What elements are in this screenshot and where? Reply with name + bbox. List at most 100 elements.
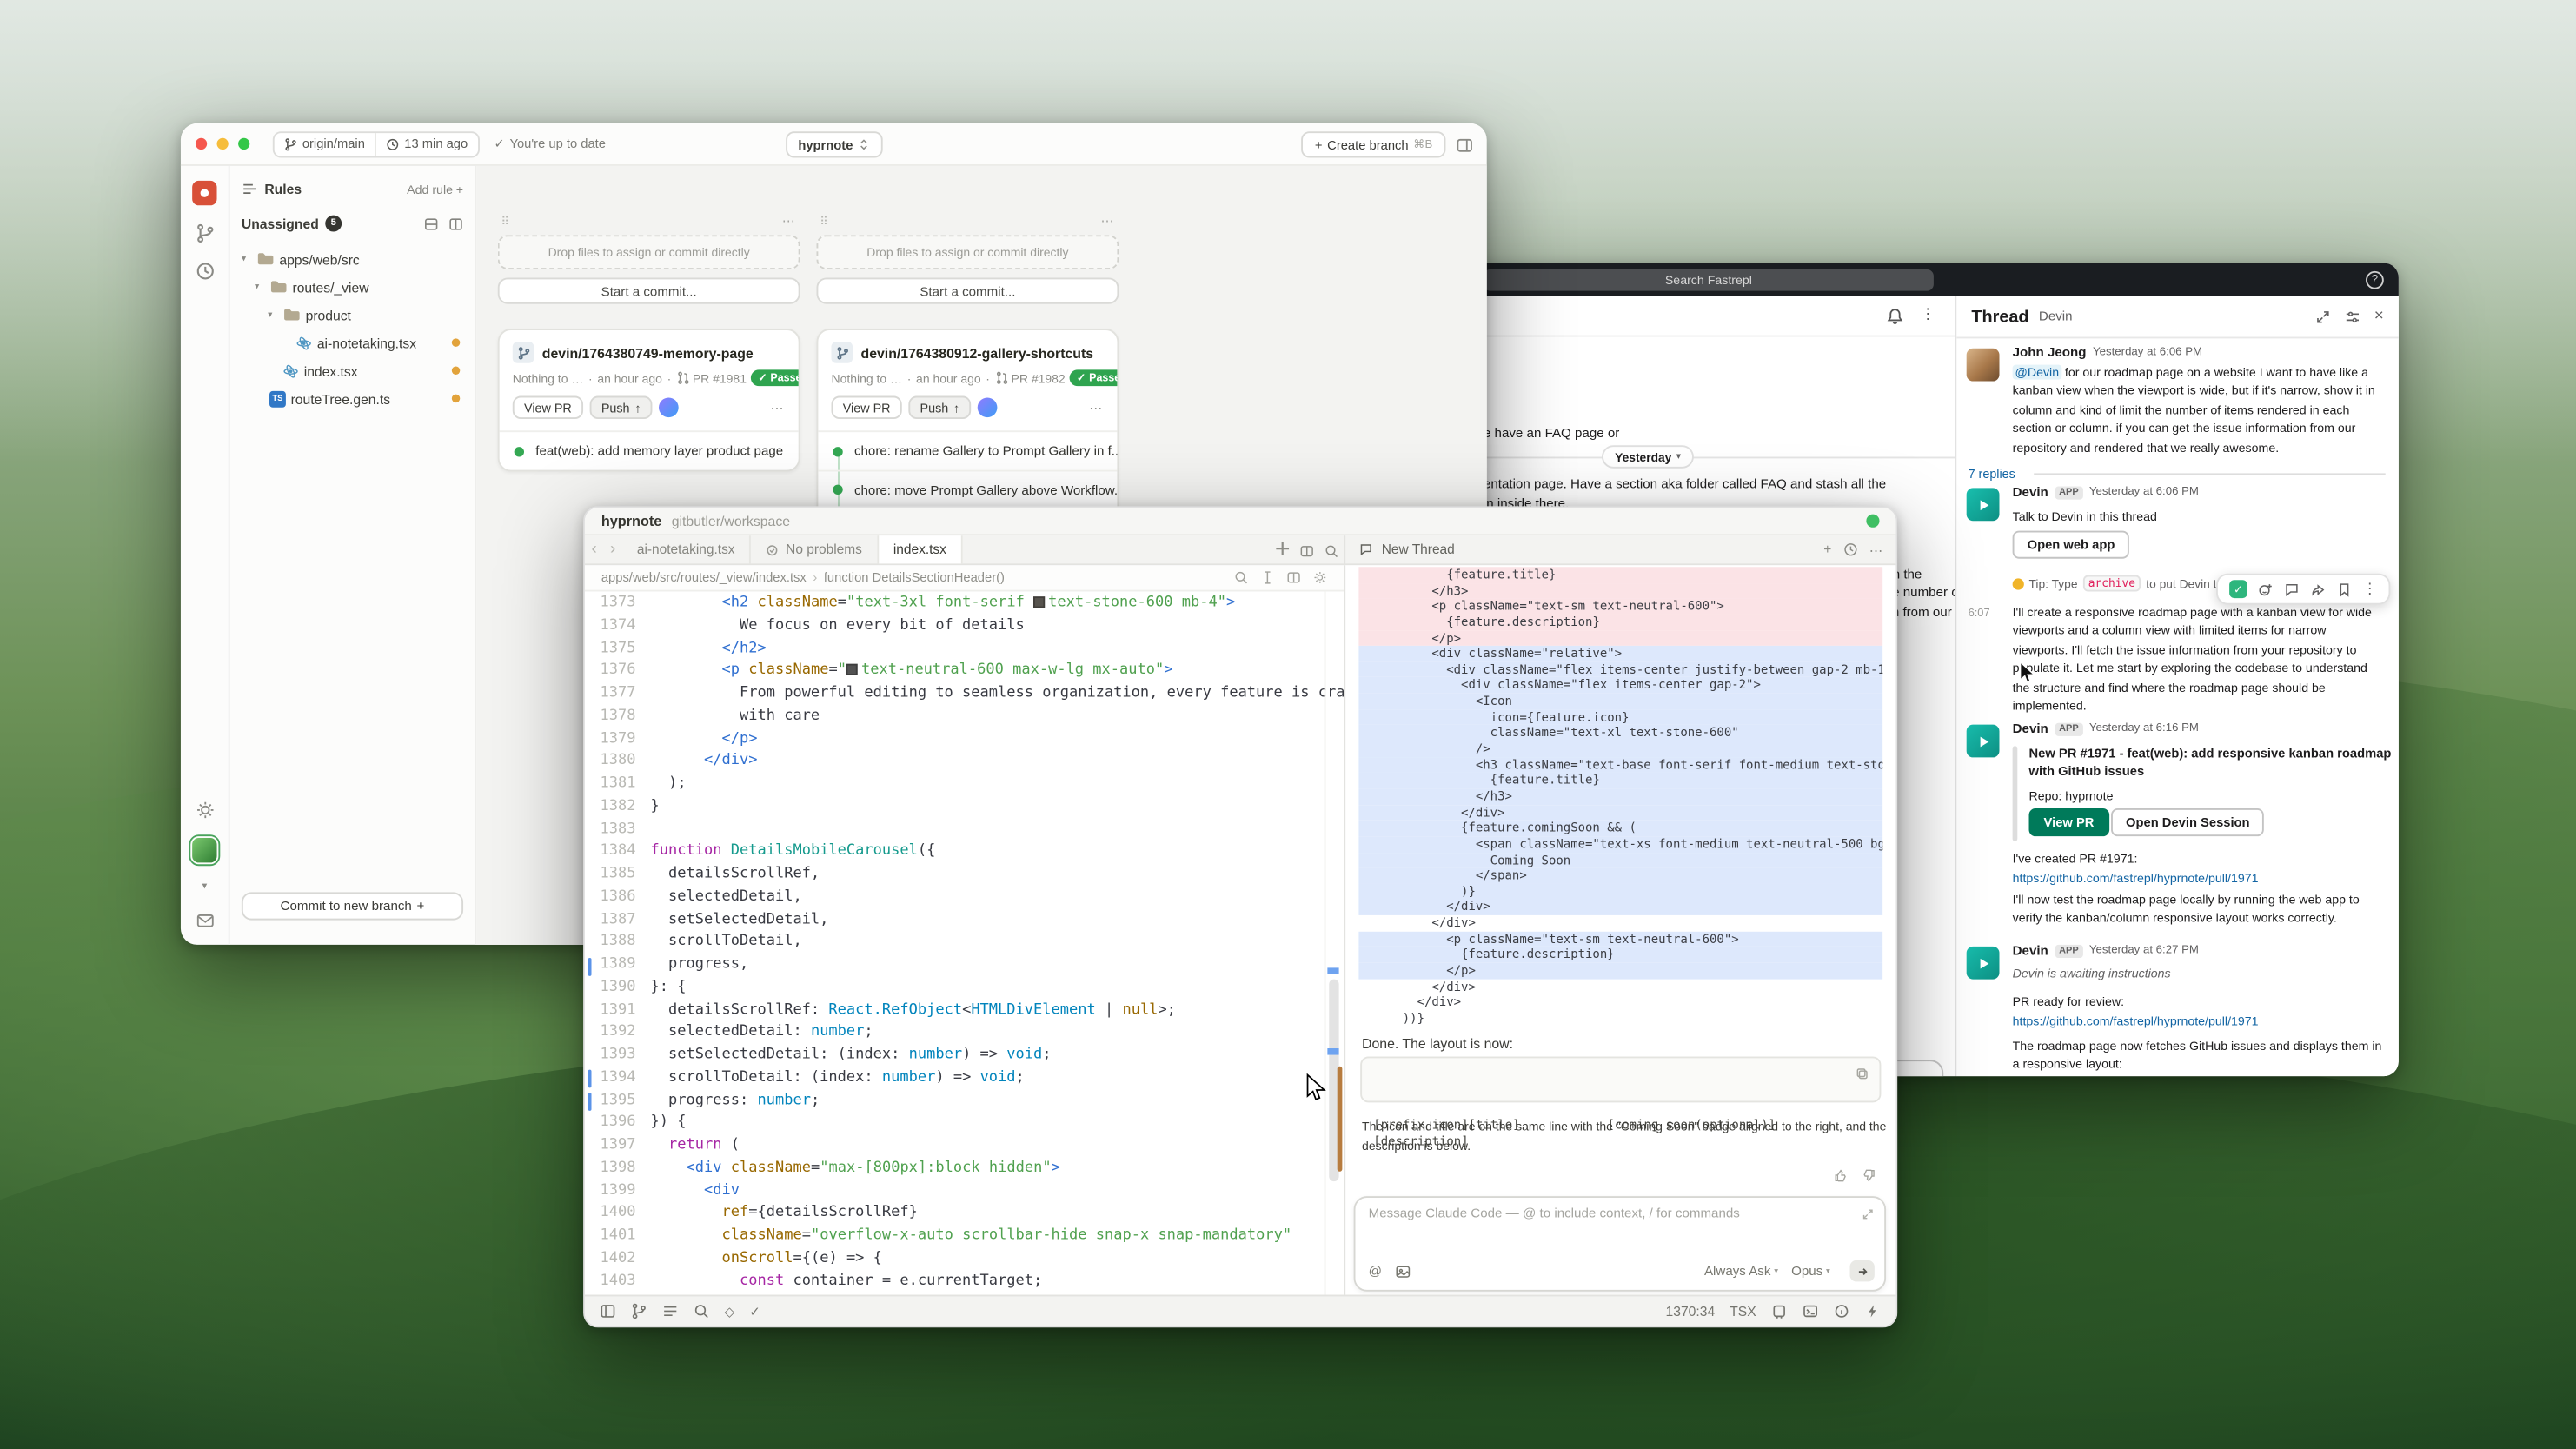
add-reaction-icon[interactable]	[2257, 581, 2274, 597]
open-web-app-button[interactable]: Open web app	[2013, 531, 2130, 559]
ci-status-badge[interactable]: ✓Passed	[752, 369, 799, 386]
pr-attachment-title[interactable]: New PR #1971 - feat(web): add responsive…	[2029, 746, 2392, 761]
buffer-search-icon[interactable]	[1234, 570, 1249, 585]
commit-row[interactable]: feat(web): add memory layer product page	[500, 432, 799, 469]
tab-index-tsx[interactable]: index.tsx	[879, 535, 963, 563]
share-status-icon[interactable]	[1866, 515, 1879, 528]
split-icon[interactable]	[1286, 570, 1301, 585]
checks-icon[interactable]: ✓	[749, 1304, 760, 1319]
branch-menu-icon[interactable]: ⋯	[1089, 400, 1104, 415]
drag-handle[interactable]: ⠿	[501, 215, 510, 228]
editor-settings-icon[interactable]	[1312, 570, 1327, 585]
fetch-time-chip[interactable]: 13 min ago	[375, 132, 477, 155]
settings-gear-icon[interactable]	[195, 801, 215, 821]
bookmark-icon[interactable]	[2336, 581, 2353, 597]
tab-ai-notetaking[interactable]: ai-notetaking.tsx	[622, 535, 752, 563]
minimize-window-button[interactable]	[217, 138, 229, 150]
tree-folder-product[interactable]: ▾product	[242, 301, 463, 329]
agent-thread-title[interactable]: New Thread	[1382, 542, 1455, 557]
editor-scrollbar[interactable]	[1325, 592, 1344, 1295]
view-pr-button[interactable]: View PR	[831, 396, 901, 419]
terminal-panel-icon[interactable]	[1803, 1303, 1819, 1319]
assistant-zap-icon[interactable]	[1864, 1303, 1881, 1319]
branch-name[interactable]: devin/1764380749-memory-page	[542, 344, 754, 361]
list-view-icon[interactable]	[424, 216, 439, 231]
commit-row[interactable]: chore: rename Gallery to Prompt Gallery …	[818, 432, 1117, 469]
drop-zone[interactable]: Drop files to assign or commit directly	[816, 235, 1119, 269]
lane-menu-icon[interactable]: ⋯	[782, 214, 797, 229]
date-pill[interactable]: Yesterday▾	[1602, 445, 1694, 468]
tree-file-routeTree.gen.ts[interactable]: TSrouteTree.gen.ts	[242, 384, 463, 412]
history-tab-icon[interactable]	[195, 262, 215, 282]
agent-message-input[interactable]	[1369, 1206, 1849, 1220]
project-panel-icon[interactable]	[600, 1303, 616, 1319]
model-dropdown[interactable]: Opus▾	[1791, 1264, 1830, 1279]
slack-search-input[interactable]: Search Fastrepl	[1484, 269, 1934, 290]
inline-assist-icon[interactable]	[1260, 570, 1275, 585]
mention-context-icon[interactable]: @	[1369, 1264, 1382, 1279]
copy-icon[interactable]	[1855, 1067, 1869, 1081]
branches-tab-icon[interactable]	[195, 223, 215, 243]
nav-forward-icon[interactable]: ›	[603, 541, 621, 559]
split-pane-icon[interactable]	[1300, 543, 1315, 558]
cursor-position[interactable]: 1370:34	[1665, 1303, 1715, 1319]
thread-settings-icon[interactable]	[2345, 308, 2361, 324]
panel-toggle-icon[interactable]	[1456, 136, 1474, 154]
more-vertical-icon[interactable]: ⋮	[2362, 580, 2377, 598]
close-window-button[interactable]	[196, 138, 207, 150]
bell-icon[interactable]	[1886, 307, 1904, 325]
view-pr-button[interactable]: View PR	[2029, 808, 2109, 836]
help-icon[interactable]: ?	[2366, 270, 2384, 289]
commit-to-new-branch-button[interactable]: Commit to new branch+	[242, 892, 463, 920]
agent-message-box[interactable]: @ Always Ask▾ Opus▾	[1354, 1196, 1886, 1292]
author-name[interactable]: Devin	[2013, 485, 2048, 500]
drop-zone[interactable]: Drop files to assign or commit directly	[498, 235, 800, 269]
pr-link[interactable]: https://github.com/fastrepl/hyprnote/pul…	[2013, 1014, 2259, 1028]
share-icon[interactable]	[2310, 581, 2327, 597]
copilot-icon[interactable]	[1771, 1303, 1788, 1319]
author-name[interactable]: John Jeong	[2013, 345, 2087, 360]
project-selector[interactable]: hyprnote	[785, 131, 882, 157]
language-selector[interactable]: TSX	[1730, 1303, 1756, 1319]
drag-handle[interactable]: ⠿	[820, 215, 828, 228]
zoom-window-button[interactable]	[238, 138, 249, 150]
pr-chip[interactable]: PR #1982	[995, 370, 1066, 385]
start-commit-button[interactable]: Start a commit...	[816, 277, 1119, 303]
workspace-tab-icon[interactable]	[192, 181, 216, 205]
pr-chip[interactable]: PR #1981	[676, 370, 747, 385]
open-in-window-icon[interactable]	[2315, 308, 2332, 324]
lane-menu-icon[interactable]: ⋯	[1101, 214, 1116, 229]
git-panel-icon[interactable]	[631, 1303, 647, 1319]
code-diff-block[interactable]: {feature.title} </h3> <p className="text…	[1358, 567, 1882, 1026]
code-editor[interactable]: 1373137413751376137713781379138013811382…	[585, 592, 1344, 1295]
feedback-icon[interactable]	[195, 910, 215, 930]
more-vertical-icon[interactable]: ⋮	[1921, 306, 1935, 324]
author-name[interactable]: Devin	[2013, 943, 2048, 958]
push-button[interactable]: Push↑	[908, 396, 971, 419]
expand-input-icon[interactable]	[1862, 1207, 1875, 1220]
create-branch-button[interactable]: + Create branch ⌘B	[1302, 131, 1446, 157]
info-icon[interactable]	[1834, 1303, 1850, 1319]
tab-diagnostics[interactable]: No problems	[751, 535, 878, 563]
workspace-branch[interactable]: gitbutler/workspace	[672, 513, 790, 529]
pr-attachment-title[interactable]: with GitHub issues	[2029, 764, 2145, 779]
tree-file-ai-notetaking.tsx[interactable]: ai-notetaking.tsx	[242, 329, 463, 356]
permission-mode-dropdown[interactable]: Always Ask▾	[1704, 1264, 1778, 1279]
chevron-down-icon[interactable]: ▾	[202, 881, 207, 892]
branch-name[interactable]: devin/1764380912-gallery-shortcuts	[861, 344, 1094, 361]
replies-count[interactable]: 7 replies	[1969, 467, 2015, 482]
avatar[interactable]	[1967, 349, 2000, 382]
check-reaction-icon[interactable]: ✓	[2229, 580, 2247, 598]
user-avatar[interactable]	[192, 838, 216, 862]
search-panel-icon[interactable]	[694, 1303, 710, 1319]
tree-file-index.tsx[interactable]: index.tsx	[242, 356, 463, 384]
thread-history-icon[interactable]	[1843, 542, 1858, 557]
thumbs-down-icon[interactable]	[1862, 1168, 1876, 1183]
tree-view-icon[interactable]	[448, 216, 463, 231]
start-commit-button[interactable]: Start a commit...	[498, 277, 800, 303]
pr-link[interactable]: https://github.com/fastrepl/hyprnote/pul…	[2013, 871, 2259, 886]
view-pr-button[interactable]: View PR	[513, 396, 583, 419]
zoom-pane-icon[interactable]	[1325, 543, 1339, 558]
branch-menu-icon[interactable]: ⋯	[771, 400, 786, 415]
close-icon[interactable]: ×	[2374, 307, 2384, 325]
